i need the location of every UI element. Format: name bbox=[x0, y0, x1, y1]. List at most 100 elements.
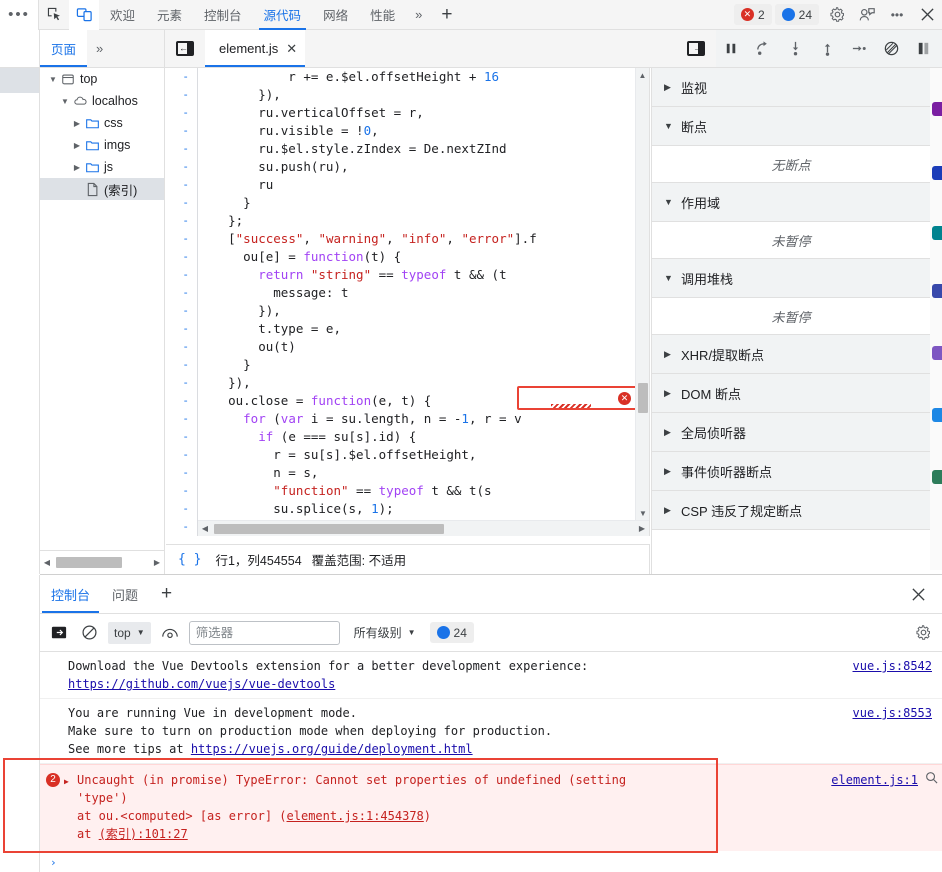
section-dom-breakpoints[interactable]: ▶ DOM 断点 bbox=[652, 374, 930, 413]
section-scope[interactable]: ▼ 作用域 bbox=[652, 183, 930, 222]
scrollbar-thumb[interactable] bbox=[214, 523, 444, 534]
context-selector[interactable]: top ▼ bbox=[108, 621, 151, 644]
message-link[interactable]: https://github.com/vuejs/vue-devtools bbox=[68, 675, 942, 693]
code-line[interactable]: if (e === su[s].id) { bbox=[198, 428, 649, 446]
gutter-marker[interactable]: - bbox=[166, 140, 197, 158]
extension-icon-7[interactable] bbox=[932, 408, 942, 422]
gutter-marker[interactable]: - bbox=[166, 482, 197, 500]
step-icon[interactable] bbox=[844, 34, 874, 64]
chevron-down-icon[interactable]: ▼ bbox=[664, 121, 673, 131]
drawer-add-tab-button[interactable]: + bbox=[149, 583, 184, 605]
tab-network[interactable]: 网络 bbox=[312, 0, 359, 30]
code-line[interactable]: ru.visible = !0, bbox=[198, 122, 649, 140]
console-message-log[interactable]: Download the Vue Devtools extension for … bbox=[40, 652, 942, 699]
nav-more-icon[interactable]: » bbox=[87, 41, 112, 56]
code-line[interactable]: ru bbox=[198, 176, 649, 194]
tree-node-index[interactable]: (索引) bbox=[40, 178, 164, 200]
code-line[interactable]: ou[e] = function(t) { bbox=[198, 248, 649, 266]
navigator-file-tree[interactable]: ▼ top ▼ localhos ▶ css ▶ imgs ▶ js (索引) bbox=[40, 68, 165, 550]
pretty-print-button[interactable]: { } bbox=[174, 550, 205, 569]
code-line[interactable]: su.splice(s, 1); bbox=[198, 500, 649, 518]
editor-horizontal-scrollbar[interactable]: ◀ ▶ bbox=[198, 520, 649, 536]
tree-node-js[interactable]: ▶ js bbox=[40, 156, 164, 178]
gutter-marker[interactable]: - bbox=[166, 212, 197, 230]
extension-icon-2[interactable] bbox=[932, 102, 942, 116]
gutter-marker[interactable]: - bbox=[166, 500, 197, 518]
show-console-sidebar-icon[interactable] bbox=[48, 622, 70, 644]
code-line[interactable]: message: t bbox=[198, 284, 649, 302]
chevron-right-icon[interactable]: ▶ bbox=[664, 388, 673, 399]
code-line[interactable]: ["success", "warning", "info", "error"].… bbox=[198, 230, 649, 248]
inline-error-badge-icon[interactable]: ✕ bbox=[618, 392, 631, 405]
editor-gutter[interactable]: -------------------------- bbox=[166, 68, 198, 536]
pause-script-icon[interactable] bbox=[716, 34, 746, 64]
pause-on-exceptions-icon[interactable] bbox=[908, 34, 938, 64]
section-event-listener-breakpoints[interactable]: ▶ 事件侦听器断点 bbox=[652, 452, 930, 491]
gear-icon[interactable] bbox=[822, 0, 852, 30]
editor-vertical-scrollbar[interactable]: ▲ ▼ bbox=[635, 68, 649, 520]
code-line[interactable]: su.push(ru), bbox=[198, 158, 649, 176]
gutter-marker[interactable]: - bbox=[166, 464, 197, 482]
clear-console-icon[interactable] bbox=[78, 622, 100, 644]
chevron-right-icon[interactable]: ▶ bbox=[664, 505, 673, 516]
extension-icon-6[interactable] bbox=[932, 346, 942, 360]
tab-welcome[interactable]: 欢迎 bbox=[99, 0, 146, 30]
message-source-link[interactable]: vue.js:8542 bbox=[853, 657, 932, 675]
tree-node-top[interactable]: ▼ top bbox=[40, 68, 164, 90]
step-into-icon[interactable] bbox=[780, 34, 810, 64]
chevron-down-icon[interactable]: ▼ bbox=[664, 273, 673, 283]
gutter-marker[interactable]: - bbox=[166, 320, 197, 338]
close-icon[interactable]: ✕ bbox=[286, 41, 297, 57]
inspect-element-icon[interactable] bbox=[39, 0, 69, 30]
search-in-source-icon[interactable] bbox=[925, 771, 938, 784]
tree-node-imgs[interactable]: ▶ imgs bbox=[40, 134, 164, 156]
code-line[interactable]: r += e.$el.offsetHeight + 16 bbox=[198, 68, 649, 86]
gutter-marker[interactable]: - bbox=[166, 122, 197, 140]
code-line[interactable]: }; bbox=[198, 212, 649, 230]
section-csp-violation-breakpoints[interactable]: ▶ CSP 违反了规定断点 bbox=[652, 491, 930, 530]
code-line[interactable]: n = s, bbox=[198, 464, 649, 482]
code-line[interactable]: }), bbox=[198, 86, 649, 104]
drawer-tab-issues[interactable]: 问题 bbox=[101, 575, 149, 613]
code-line[interactable]: ru.verticalOffset = r, bbox=[198, 104, 649, 122]
code-line[interactable]: ou(t) bbox=[198, 338, 649, 356]
section-call-stack[interactable]: ▼ 调用堆栈 bbox=[652, 259, 930, 298]
scroll-up-arrow-icon[interactable]: ▲ bbox=[636, 68, 649, 82]
code-line[interactable]: }), bbox=[198, 374, 649, 392]
code-editor[interactable]: -------------------------- r += e.$el.of… bbox=[166, 68, 650, 536]
code-line[interactable]: }), bbox=[198, 302, 649, 320]
gutter-marker[interactable]: - bbox=[166, 176, 197, 194]
section-breakpoints[interactable]: ▼ 断点 bbox=[652, 107, 930, 146]
tab-performance[interactable]: 性能 bbox=[359, 0, 406, 30]
code-line[interactable]: return "string" == typeof t && (t bbox=[198, 266, 649, 284]
console-message-error[interactable]: 2 ▶ Uncaught (in promise) TypeError: Can… bbox=[40, 764, 942, 851]
error-source-link[interactable]: element.js:1 bbox=[831, 771, 918, 789]
navigator-horizontal-scrollbar[interactable]: ◀ ▶ bbox=[40, 550, 165, 574]
deactivate-breakpoints-icon[interactable] bbox=[876, 34, 906, 64]
chevron-down-icon[interactable]: ▼ bbox=[46, 75, 60, 84]
nav-tab-page[interactable]: 页面 bbox=[40, 30, 88, 67]
kebab-menu-icon[interactable]: ••• bbox=[0, 0, 38, 30]
more-tabs-icon[interactable]: » bbox=[406, 7, 431, 22]
step-over-icon[interactable] bbox=[748, 34, 778, 64]
step-out-icon[interactable] bbox=[812, 34, 842, 64]
drawer-close-icon[interactable] bbox=[895, 587, 942, 602]
close-icon[interactable] bbox=[912, 0, 942, 30]
gutter-marker[interactable]: - bbox=[166, 266, 197, 284]
gutter-marker[interactable]: - bbox=[166, 86, 197, 104]
gutter-marker[interactable]: - bbox=[166, 104, 197, 122]
extension-icon-8[interactable] bbox=[932, 470, 942, 484]
show-debugger-icon[interactable]: → bbox=[687, 41, 705, 56]
code-line[interactable]: t.type = e, bbox=[198, 320, 649, 338]
info-count-badge[interactable]: 24 bbox=[774, 4, 819, 25]
stack-link[interactable]: (索引):101:27 bbox=[99, 827, 188, 841]
expand-arrow-icon[interactable]: ▶ bbox=[64, 773, 69, 791]
chevron-right-icon[interactable]: ▶ bbox=[664, 349, 673, 360]
device-toolbar-icon[interactable] bbox=[69, 0, 99, 30]
chevron-down-icon[interactable]: ▼ bbox=[58, 97, 72, 106]
gutter-marker[interactable]: - bbox=[166, 518, 197, 536]
scroll-right-arrow-icon[interactable]: ▶ bbox=[635, 524, 649, 533]
file-tab-element-js[interactable]: element.js ✕ bbox=[205, 30, 306, 67]
code-line[interactable]: ru.$el.style.zIndex = De.nextZInd bbox=[198, 140, 649, 158]
stack-link[interactable]: element.js:1:454378 bbox=[287, 809, 424, 823]
